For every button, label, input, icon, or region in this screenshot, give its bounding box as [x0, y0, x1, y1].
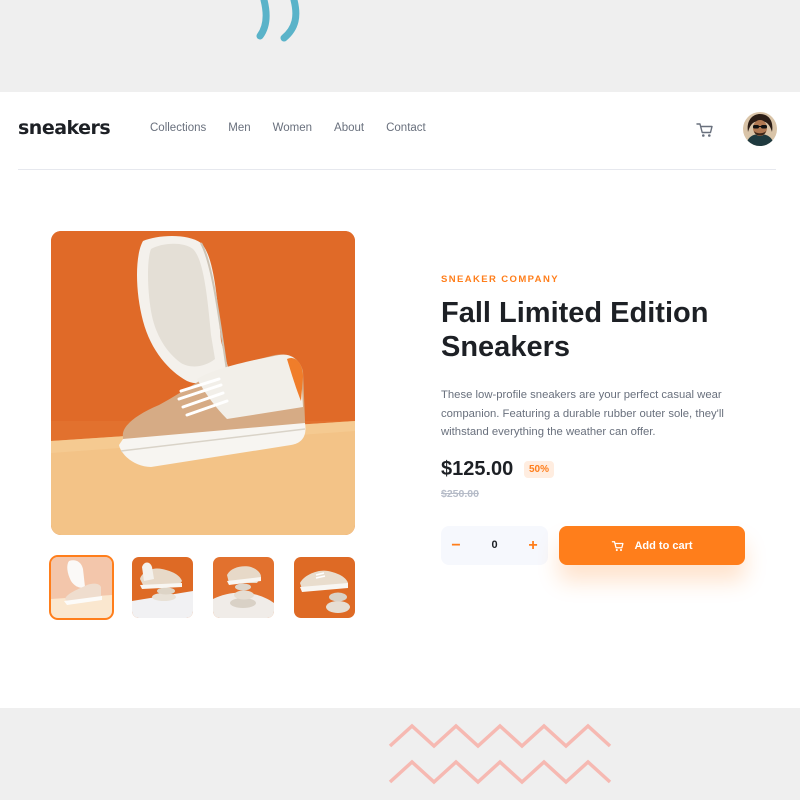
- thumbnail-image-1: [51, 557, 112, 618]
- discount-badge: 50%: [524, 461, 555, 478]
- nav-link-women[interactable]: Women: [273, 122, 312, 134]
- original-price: $250.00: [441, 488, 479, 500]
- product-main-image[interactable]: [51, 231, 355, 535]
- user-avatar[interactable]: [743, 112, 777, 146]
- decrease-quantity-button[interactable]: −: [441, 526, 471, 565]
- nav-link-men[interactable]: Men: [228, 122, 250, 134]
- add-to-cart-button[interactable]: Add to cart: [559, 526, 745, 565]
- site-header: sneakers Collections Men Women About Con…: [18, 92, 777, 170]
- product-page: sneakers Collections Men Women About Con…: [0, 92, 800, 708]
- thumbnail-4[interactable]: [294, 557, 355, 618]
- current-price: $125.00: [441, 458, 514, 480]
- thumbnail-image-4: [294, 557, 355, 618]
- product-description: These low-profile sneakers are your perf…: [441, 389, 724, 438]
- increase-quantity-button[interactable]: +: [518, 526, 548, 565]
- quantity-stepper: − 0 +: [441, 526, 548, 565]
- nav-link-about[interactable]: About: [334, 122, 364, 134]
- logo[interactable]: sneakers: [18, 117, 111, 139]
- decorative-arcs: [256, 0, 300, 42]
- sneaker-photo: [51, 231, 355, 535]
- product-title-line-1: Fall Limited Edition: [441, 297, 709, 329]
- nav-link-contact[interactable]: Contact: [386, 122, 426, 134]
- decorative-zigzag: [388, 723, 612, 785]
- thumbnail-image-2: [132, 557, 193, 618]
- avatar-icon: [743, 112, 777, 146]
- product-title-line-2: Sneakers: [441, 331, 570, 363]
- product-title: Fall Limited Edition Sneakers: [441, 296, 761, 364]
- nav-link-collections[interactable]: Collections: [150, 122, 206, 134]
- cart-icon: [696, 123, 713, 137]
- thumbnail-1[interactable]: [49, 555, 114, 620]
- thumbnail-3[interactable]: [213, 557, 274, 618]
- company-name: SNEAKER COMPANY: [441, 274, 559, 285]
- quantity-value: 0: [491, 539, 498, 551]
- thumbnail-strip: [49, 555, 355, 620]
- thumbnail-2[interactable]: [132, 557, 193, 618]
- thumbnail-image-3: [213, 557, 274, 618]
- add-to-cart-label: Add to cart: [634, 539, 693, 552]
- main-nav: Collections Men Women About Contact: [150, 122, 448, 134]
- cart-icon: [612, 540, 624, 551]
- cart-button[interactable]: [695, 120, 715, 140]
